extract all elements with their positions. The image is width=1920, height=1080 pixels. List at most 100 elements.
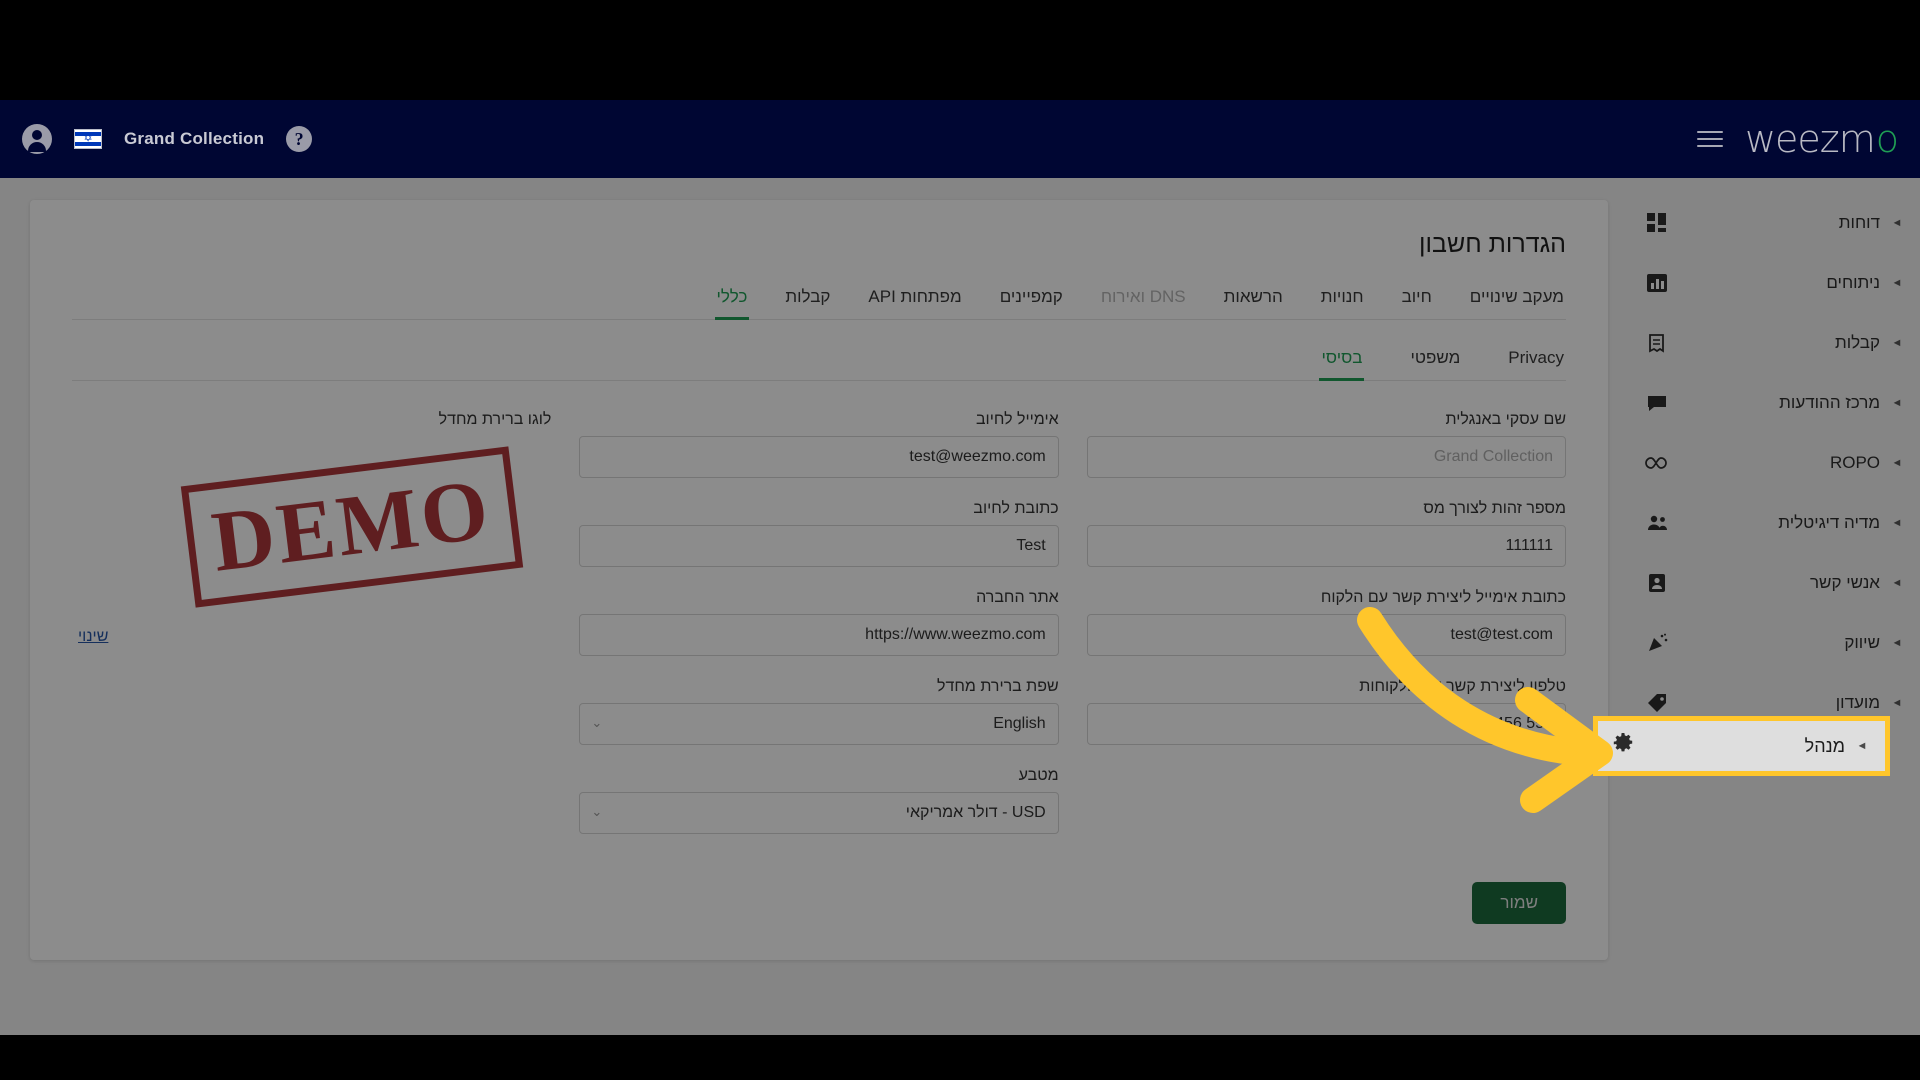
field-label: אתר החברה [976, 589, 1059, 606]
flag-stripe-bottom [75, 142, 101, 146]
change-logo-link[interactable]: שינוי [78, 628, 108, 645]
settings-tabs: מעקב שינויים חיוב חנויות הרשאות DNS ואיר… [72, 281, 1566, 320]
save-button[interactable]: שמור [1472, 882, 1566, 924]
field-business-name-en: שם עסקי באנגלית [1086, 411, 1566, 478]
field-label: שם עסקי באנגלית [1445, 411, 1566, 428]
header-left-group: ✡ Grand Collection ? [22, 124, 313, 154]
field-label: מטבע [1018, 767, 1059, 784]
screen-root: ✡ Grand Collection ? weezm o ◄ דוחות ◄ נ… [0, 0, 1920, 1080]
form-column-right: שם עסקי באנגלית מספר זהות לצורך מס כתובת… [1086, 411, 1566, 856]
question-mark-icon[interactable]: ? [286, 126, 313, 152]
default-language-select-wrap: ⌄ [579, 703, 1059, 745]
people-group-icon [1644, 510, 1670, 536]
sidebar-item-label: מרכז ההודעות [1779, 393, 1880, 412]
sidebar-item-label: מנהל [1804, 735, 1845, 756]
account-circle-icon[interactable] [22, 124, 52, 154]
field-label: כתובת אימייל ליצירת קשר עם הלקוח [1320, 589, 1566, 606]
subtab-basic[interactable]: בסיסי [1319, 342, 1365, 381]
bar-chart-icon [1644, 270, 1670, 296]
sidebar-item-reports[interactable]: ◄ דוחות [1630, 193, 1920, 253]
sidebar-item-label: ניתוחים [1826, 273, 1880, 292]
billing-email-input[interactable] [579, 436, 1059, 478]
chevron-left-icon: ◄ [1856, 740, 1868, 752]
header-right-group: weezm o [1696, 117, 1899, 161]
account-settings-card: הגדרות חשבון מעקב שינויים חיוב חנויות הר… [30, 200, 1608, 960]
tax-id-input[interactable] [1086, 525, 1566, 567]
chevron-left-icon: ◄ [1891, 217, 1903, 229]
company-website-input[interactable] [579, 614, 1059, 656]
field-label: שפת ברירת מחדל [937, 678, 1059, 695]
settings-form: שם עסקי באנגלית מספר זהות לצורך מס כתובת… [72, 411, 1566, 856]
sidebar-item-ropo[interactable]: ◄ ROPO [1630, 433, 1920, 493]
chevron-left-icon: ◄ [1891, 277, 1903, 289]
brand-accent-o: o [1875, 117, 1899, 161]
company-name-label: Grand Collection [124, 129, 265, 148]
hamburger-menu-icon[interactable] [1696, 131, 1723, 147]
field-currency: מטבע ⌄ [579, 767, 1059, 834]
sidebar-item-label: מועדון [1835, 693, 1880, 712]
tab-campaigns[interactable]: קמפיינים [998, 281, 1065, 319]
chevron-left-icon: ◄ [1891, 697, 1903, 709]
default-logo-label: לוגו ברירת מחדל [438, 411, 552, 428]
default-language-select[interactable] [579, 703, 1059, 745]
message-icon [1644, 390, 1670, 416]
tab-api-keys[interactable]: מפתחות API [866, 281, 963, 319]
megaphone-icon [1644, 630, 1670, 656]
tab-general[interactable]: כללי [714, 281, 750, 320]
tab-receipts[interactable]: קבלות [783, 281, 832, 319]
settings-subtabs: Privacy משפטי בסיסי [72, 342, 1566, 381]
sidebar-item-label: מדיה דיגיטלית [1778, 513, 1880, 532]
hamburger-line-3 [1696, 145, 1723, 147]
chevron-left-icon: ◄ [1891, 397, 1903, 409]
chevron-left-icon: ◄ [1891, 517, 1903, 529]
sidebar-item-marketing[interactable]: ◄ שיווק [1630, 613, 1920, 673]
field-label: מספר זהות לצורך מס [1423, 500, 1566, 517]
chevron-left-icon: ◄ [1891, 577, 1903, 589]
gear-icon [1612, 732, 1634, 760]
page-body: ◄ דוחות ◄ ניתוחים ◄ קבלות ◄ מרכז ההודעות… [0, 178, 1920, 1035]
sidebar-item-receipts[interactable]: ◄ קבלות [1630, 313, 1920, 373]
chevron-left-icon: ◄ [1891, 337, 1903, 349]
weezmo-logo[interactable]: weezm o [1745, 117, 1899, 161]
business-name-en-input[interactable] [1086, 436, 1566, 478]
contact-email-input[interactable] [1086, 614, 1566, 656]
sidebar-item-admin[interactable]: ◄ מנהל [1593, 716, 1890, 776]
tab-change-tracking[interactable]: מעקב שינויים [1468, 281, 1566, 319]
contact-card-icon [1644, 570, 1670, 596]
contact-phone-input[interactable] [1086, 703, 1566, 745]
sidebar-item-label: אנשי קשר [1809, 573, 1880, 592]
main-content-area: הגדרות חשבון מעקב שינויים חיוב חנויות הר… [0, 178, 1630, 1035]
sidebar-item-analytics[interactable]: ◄ ניתוחים [1630, 253, 1920, 313]
sidebar-item-label: דוחות [1838, 213, 1880, 232]
field-label: טלפון ליצירת קשר עם הלקוחות [1359, 678, 1566, 695]
tab-billing[interactable]: חיוב [1400, 281, 1434, 319]
chevron-left-icon: ◄ [1891, 457, 1903, 469]
tab-stores[interactable]: חנויות [1319, 281, 1366, 319]
field-tax-id: מספר זהות לצורך מס [1086, 500, 1566, 567]
currency-select[interactable] [579, 792, 1059, 834]
form-column-logo: לוגו ברירת מחדל DEMO שינוי [72, 411, 552, 856]
currency-select-wrap: ⌄ [579, 792, 1059, 834]
billing-address-input[interactable] [579, 525, 1059, 567]
subtab-legal[interactable]: משפטי [1408, 342, 1462, 380]
main-sidebar: ◄ דוחות ◄ ניתוחים ◄ קבלות ◄ מרכז ההודעות… [1630, 178, 1920, 1035]
field-contact-email: כתובת אימייל ליצירת קשר עם הלקוח [1086, 589, 1566, 656]
hamburger-line-1 [1696, 131, 1723, 133]
field-label: אימייל לחיוב [975, 411, 1059, 428]
israel-flag-icon[interactable]: ✡ [74, 129, 102, 149]
field-default-language: שפת ברירת מחדל ⌄ [579, 678, 1059, 745]
sidebar-item-digital-media[interactable]: ◄ מדיה דיגיטלית [1630, 493, 1920, 553]
logo-change-row: שינוי [72, 628, 551, 646]
sidebar-item-label: שיווק [1844, 633, 1880, 652]
sidebar-item-contacts[interactable]: ◄ אנשי קשר [1630, 553, 1920, 613]
field-billing-email: אימייל לחיוב [579, 411, 1059, 478]
demo-stamp-image: DEMO [180, 445, 523, 608]
subtab-privacy[interactable]: Privacy [1506, 342, 1566, 380]
sidebar-item-message-center[interactable]: ◄ מרכז ההודעות [1630, 373, 1920, 433]
receipt-icon [1644, 330, 1670, 356]
hamburger-line-2 [1696, 138, 1723, 140]
tag-icon [1644, 690, 1670, 716]
infinity-icon [1644, 450, 1670, 476]
sidebar-item-label: ROPO [1829, 453, 1880, 472]
tab-permissions[interactable]: הרשאות [1222, 281, 1285, 319]
